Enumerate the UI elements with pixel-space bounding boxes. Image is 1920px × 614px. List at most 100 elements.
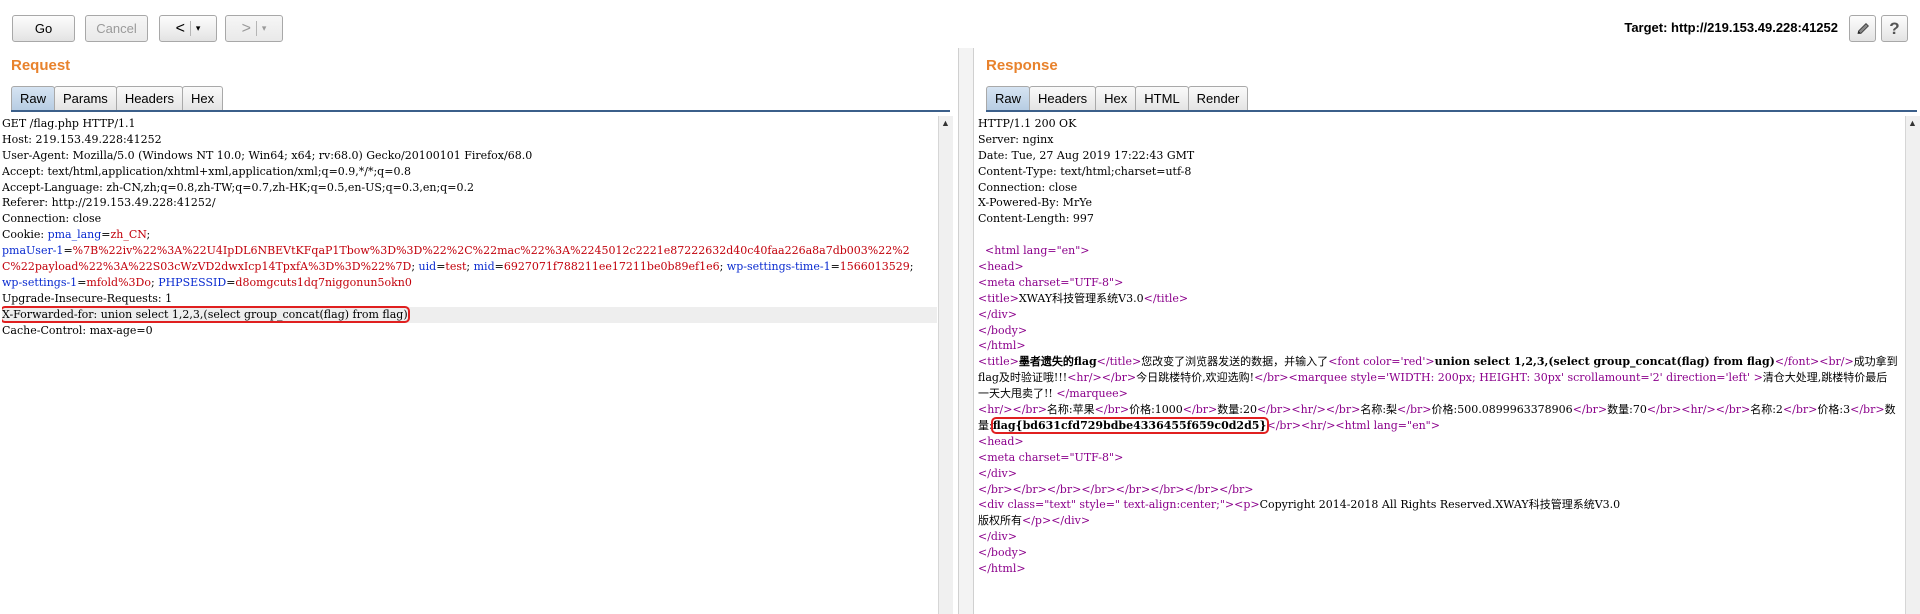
html-tag: <html lang="en"> [985,244,1090,258]
response-title: Response [986,57,1058,74]
response-line: </div> [978,307,1904,323]
html-tag: <html lang="en"> [1335,418,1440,432]
pane-splitter[interactable] [958,48,974,614]
cookie-value: zh_CN [110,228,147,242]
response-line: Content-Length: 997 [978,212,1094,226]
response-text: 数量:20 [1217,403,1257,417]
response-line: X-Powered-By: MrYe [978,196,1093,210]
request-scrollbar[interactable]: ▲ [938,116,953,614]
html-tag: </p> [1022,514,1052,528]
request-pane: Request Raw Params Headers Hex GET /flag… [0,50,953,614]
cookie-label: Cookie: [2,228,48,242]
cookie-value: test [445,260,467,274]
request-line: Host: 219.153.49.228:41252 [2,132,162,146]
html-tag: </div> [978,530,1017,544]
tab-request-headers[interactable]: Headers [115,86,183,110]
page-title-text: XWAY科技管理系统V3.0 [1018,291,1144,305]
go-button[interactable]: Go [12,15,75,42]
html-tag: </html> [978,562,1026,576]
flag-highlight: flag{bd631cfd729bdbe4336455f659c0d2d5} [990,416,1269,434]
response-text: 您改变了浏览器发送的数据，并输入了 [1141,355,1329,369]
response-line: <html lang="en"> [978,243,1904,259]
response-line: </body> [978,545,1904,561]
response-line: </html> [978,561,1904,577]
response-text: 名称:梨 [1360,403,1398,417]
target-label: Target: http://219.153.49.228:41252 [1624,20,1838,35]
cancel-button[interactable]: Cancel [85,15,148,42]
request-line: GET /flag.php HTTP/1.1 [2,117,136,130]
tab-response-html[interactable]: HTML [1135,86,1189,110]
response-line: <head> [978,434,1904,450]
response-line: <head> [978,259,1904,275]
cookie-key: pmaUser-1 [2,244,64,258]
cookie-key: pma_lang [47,228,102,242]
html-tag: <hr/> [1067,371,1102,385]
scroll-up-icon[interactable]: ▲ [1908,118,1917,128]
chevron-down-icon[interactable]: ▾ [196,23,201,34]
html-tag: </body> [978,546,1028,560]
html-tag: <br/> [1819,355,1854,369]
response-pane: Response Raw Headers Hex HTML Render HTT… [978,50,1920,614]
response-scrollbar[interactable]: ▲ [1905,116,1920,614]
tab-response-hex[interactable]: Hex [1095,86,1137,110]
tab-response-headers[interactable]: Headers [1029,86,1097,110]
response-text: 价格:1000 [1129,403,1183,417]
tab-request-hex[interactable]: Hex [181,86,224,110]
html-tag: </div> [978,307,1017,321]
cookie-key: wp-settings-1 [2,275,78,289]
html-tag: </font> [1774,355,1820,369]
request-line: Upgrade-Insecure-Requests: 1 [2,291,173,305]
chevron-left-icon: < [175,19,185,37]
chevron-down-icon[interactable]: ▾ [262,23,267,34]
html-tag: </body> [978,323,1028,337]
response-editor[interactable]: HTTP/1.1 200 OK Server: nginx Date: Tue,… [978,116,1904,614]
response-line: </div> [978,466,1904,482]
response-line: </div> [978,529,1904,545]
cookie-value: d8omgcuts1dq7niggonun5okn0 [235,275,412,289]
response-line: Content-Type: text/html;charset=utf-8 [978,164,1192,178]
response-line: <meta charset="UTF-8"> [978,450,1904,466]
html-tag: </title> [1096,355,1142,369]
tab-response-render[interactable]: Render [1187,86,1249,110]
cookie-key: uid [418,260,437,274]
scroll-up-icon[interactable]: ▲ [941,118,950,128]
cookie-key: PHPSESSID [158,275,227,289]
response-text: 价格:500.0899963378906 [1431,403,1573,417]
cookie-value: 1566013529 [839,260,910,274]
request-line: Referer: http://219.153.49.228:41252/ [2,196,216,210]
cookie-key: mid [473,260,495,274]
request-line: Connection: close [2,212,102,226]
edit-target-button[interactable] [1849,15,1876,42]
tab-underline [986,110,1917,112]
request-line: Cache-Control: max-age=0 [2,323,153,337]
tab-request-params[interactable]: Params [54,86,117,110]
cookie-key: wp-settings-time-1 [726,260,831,274]
injection-echo: union select 1,2,3,(select group_concat(… [1434,355,1775,369]
html-tag: <meta charset="UTF-8"> [978,450,1124,464]
response-line: HTTP/1.1 200 OK [978,117,1077,130]
html-tag: <meta charset="UTF-8"> [978,275,1124,289]
back-button[interactable]: < ▾ [159,15,217,42]
response-text: 墨者遗失的flag [1018,355,1097,369]
html-tag: <p> [1234,498,1260,512]
button-separator [189,21,191,36]
response-tabs: Raw Headers Hex HTML Render [986,86,1249,110]
help-button[interactable]: ? [1881,15,1908,42]
request-editor[interactable]: GET /flag.php HTTP/1.1 Host: 219.153.49.… [2,116,937,614]
chevron-right-icon: > [241,19,251,37]
cookie-header: Cookie: pma_lang=zh_CN; pmaUser-1=%7B%22… [2,228,914,289]
cookie-value: mfold%3Do [86,275,151,289]
tab-request-raw[interactable]: Raw [11,86,56,110]
tab-response-raw[interactable]: Raw [986,86,1031,110]
html-tag: <marquee style='WIDTH: 200px; HEIGHT: 30… [1288,371,1763,385]
request-line: Accept-Language: zh-CN,zh;q=0.8,zh-TW;q=… [2,180,474,194]
response-text: 名称:2 [1750,403,1783,417]
html-tag: </html> [978,339,1026,353]
request-line: Accept: text/html,application/xhtml+xml,… [2,164,411,178]
forward-button[interactable]: > ▾ [225,15,283,42]
response-footer-block: <div class="text" style=" text-align:cen… [978,497,1898,529]
cookie-value: 6927071f788211ee17211be0b89ef1e6 [503,260,720,274]
html-tag: </marquee> [1056,387,1128,401]
response-body-block: <title>墨者遗失的flag</title>您改变了浏览器发送的数据，并输入… [978,355,1898,434]
